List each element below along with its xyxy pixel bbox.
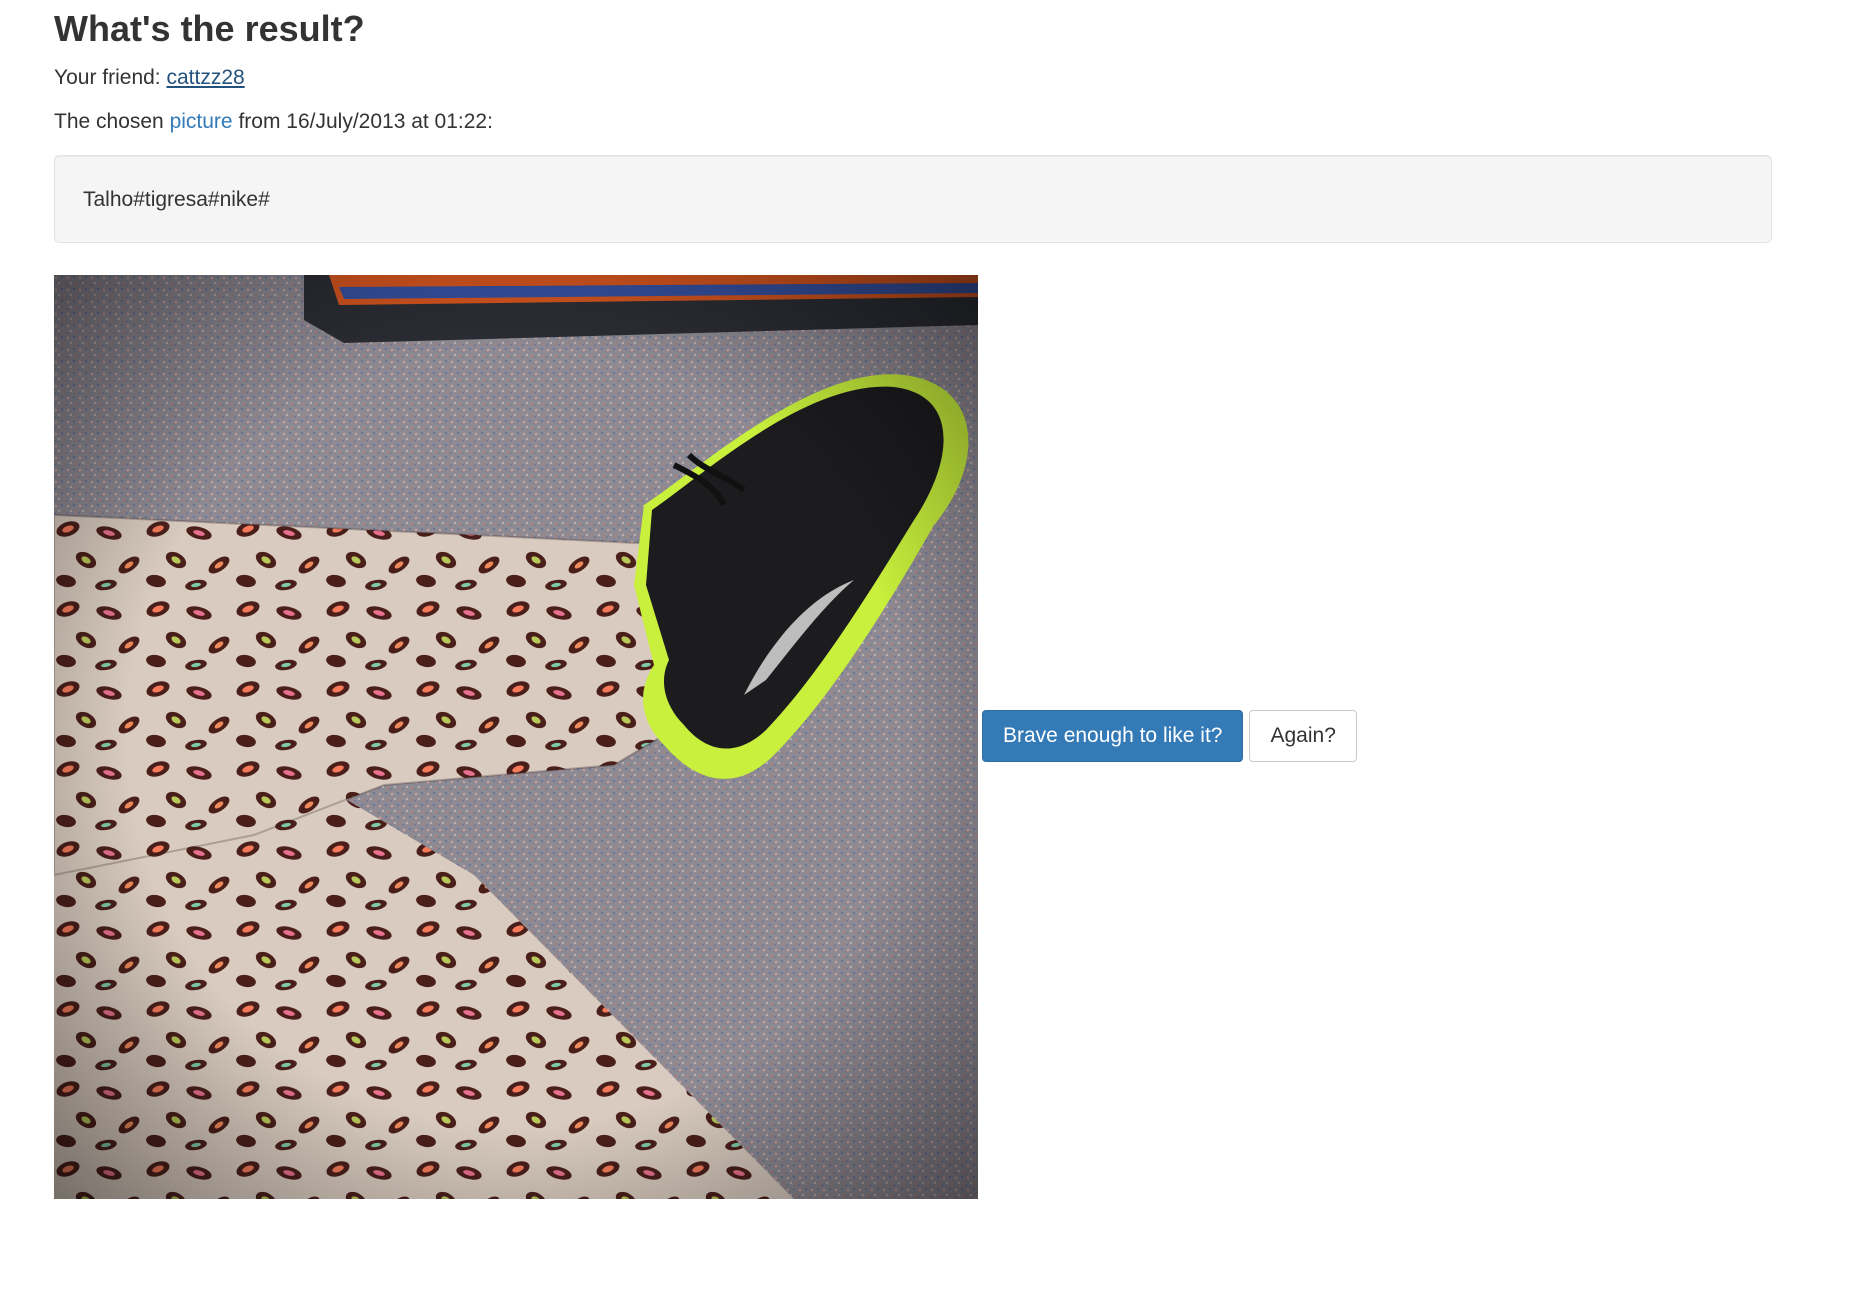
chosen-photo [54,275,978,1199]
friend-line: Your friend: cattzz28 [54,66,245,90]
chosen-picture-line: The chosen picture from 16/July/2013 at … [54,110,493,134]
page-title: What's the result? [54,8,365,49]
actions-group: Brave enough to like it? Again? [982,710,1357,762]
friend-label: Your friend: [54,66,167,89]
like-button[interactable]: Brave enough to like it? [982,710,1244,762]
picture-link[interactable]: picture [170,110,233,133]
picture-caption: Talho#tigresa#nike# [83,188,270,211]
caption-well: Talho#tigresa#nike# [54,155,1772,243]
photo-illustration [54,275,978,1199]
chosen-prefix: The chosen [54,110,170,133]
chosen-date: from 16/July/2013 at 01:22: [232,110,493,133]
friend-link[interactable]: cattzz28 [166,66,244,89]
again-button[interactable]: Again? [1249,710,1357,762]
